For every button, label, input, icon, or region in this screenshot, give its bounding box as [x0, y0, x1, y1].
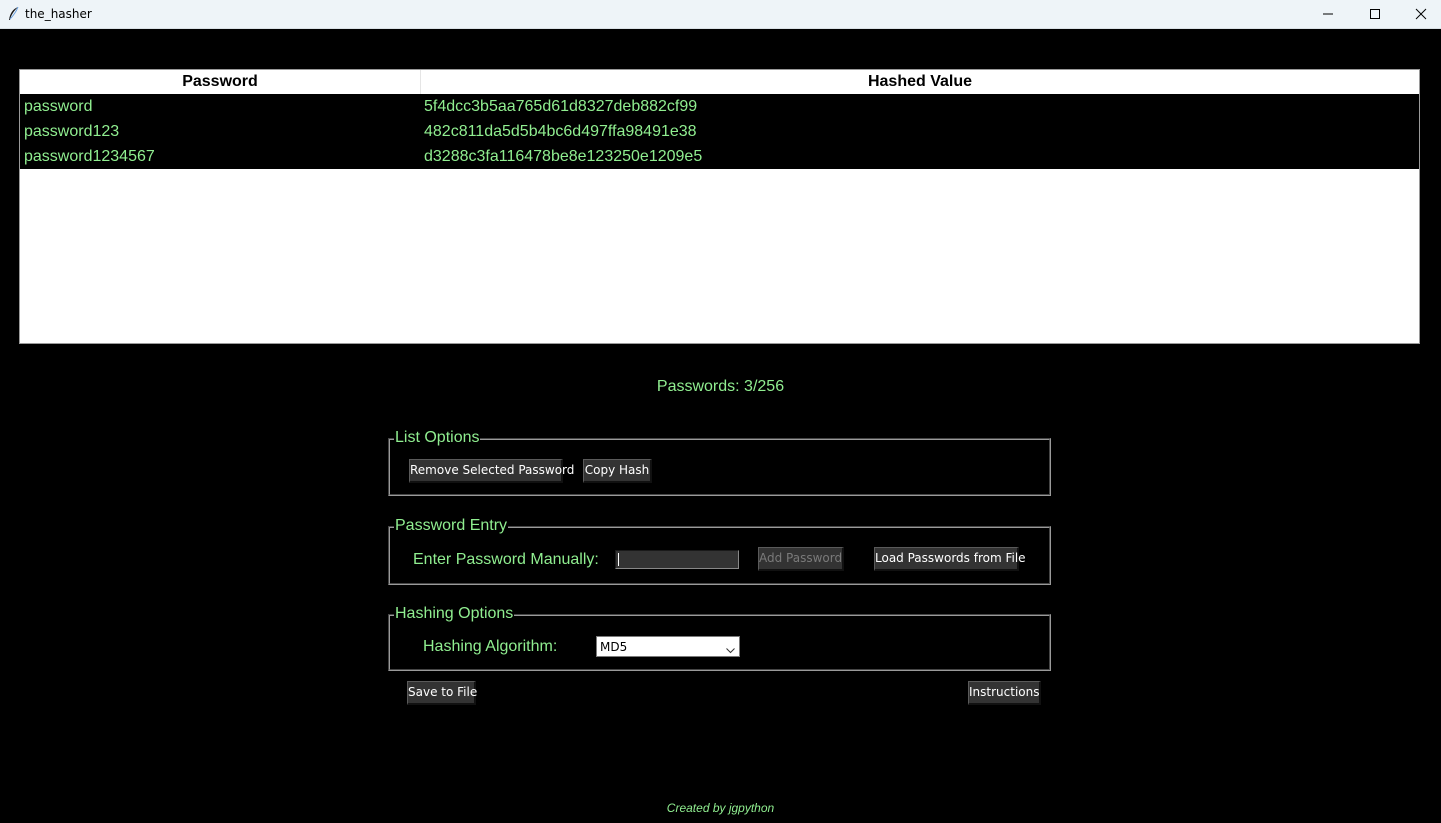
hashing-algorithm-select[interactable]: MD5 — [596, 636, 740, 657]
window-title: the_hasher — [25, 7, 92, 21]
column-header-password[interactable]: Password — [20, 70, 421, 94]
password-input[interactable] — [615, 550, 739, 569]
password-table[interactable]: Password Hashed Value password 5f4dcc3b5… — [19, 69, 1420, 344]
table-header: Password Hashed Value — [20, 70, 1419, 95]
hash-cell: 482c811da5d5b4bc6d497ffa98491e38 — [424, 123, 697, 140]
password-entry-title: Password Entry — [394, 517, 509, 535]
hashing-options-title: Hashing Options — [394, 605, 515, 623]
feather-icon — [6, 6, 20, 22]
table-row[interactable]: password1234567 d3288c3fa116478be8e12325… — [20, 144, 1419, 169]
load-passwords-button[interactable]: Load Passwords from File — [874, 547, 1026, 571]
remove-selected-password-button[interactable]: Remove Selected Password — [409, 459, 574, 483]
chevron-down-icon — [726, 643, 735, 657]
title-bar: the_hasher — [0, 0, 1441, 29]
maximize-button[interactable] — [1352, 0, 1398, 28]
copy-hash-button[interactable]: Copy Hash — [583, 459, 652, 483]
password-cell: password1234567 — [24, 148, 155, 165]
instructions-button[interactable]: Instructions — [968, 681, 1041, 705]
password-counter: Passwords: 3/256 — [656, 378, 785, 395]
add-password-button[interactable]: Add Password — [758, 547, 844, 571]
footer-credit: Created by jgpython — [666, 801, 775, 815]
minimize-button[interactable] — [1305, 0, 1351, 28]
column-header-hashed-value[interactable]: Hashed Value — [421, 70, 1419, 94]
table-row[interactable]: password123 482c811da5d5b4bc6d497ffa9849… — [20, 119, 1419, 144]
list-options-title: List Options — [394, 429, 481, 447]
save-to-file-button[interactable]: Save to File — [407, 681, 477, 705]
hashing-algorithm-label: Hashing Algorithm: — [423, 638, 558, 655]
table-row[interactable]: password 5f4dcc3b5aa765d61d8327deb882cf9… — [20, 94, 1419, 119]
table-body: password 5f4dcc3b5aa765d61d8327deb882cf9… — [20, 94, 1419, 169]
password-cell: password — [24, 98, 93, 115]
close-button[interactable] — [1398, 0, 1441, 28]
manual-password-label: Enter Password Manually: — [413, 551, 599, 568]
selected-algorithm: MD5 — [600, 640, 628, 654]
hash-cell: d3288c3fa116478be8e123250e1209e5 — [424, 148, 703, 165]
password-cell: password123 — [24, 123, 120, 140]
hash-cell: 5f4dcc3b5aa765d61d8327deb882cf99 — [424, 98, 698, 115]
text-caret — [618, 553, 619, 566]
